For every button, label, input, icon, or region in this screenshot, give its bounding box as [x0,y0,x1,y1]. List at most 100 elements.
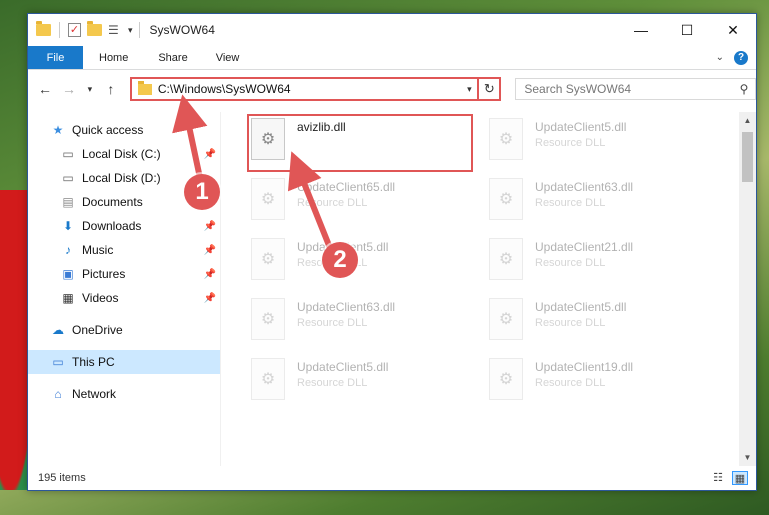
file-tile[interactable]: ⚙ avizlib.dll [251,118,476,166]
file-tile[interactable]: ⚙ UpdateClient63.dll Resource DLL [251,298,476,346]
drive-icon: ▭ [62,147,74,161]
chevron-down-icon[interactable]: ▾ [128,25,133,36]
sidebar-item-local-disk-c[interactable]: ▭ Local Disk (C:) 📌 [28,142,220,166]
file-list: ⚙ avizlib.dll ⚙ UpdateClient5.dll Resour… [221,112,756,466]
recent-locations-icon[interactable]: ▾ [84,84,96,95]
file-tile[interactable]: ⚙ UpdateClient5.dll Resource DLL [251,238,476,286]
sidebar-item-pictures[interactable]: ▣ Pictures 📌 [28,262,220,286]
back-arrow-icon[interactable]: ← [36,81,54,97]
file-tile[interactable]: ⚙ UpdateClient65.dll Resource DLL [251,178,476,226]
properties-check-icon[interactable]: ✓ [68,23,81,37]
sidebar-item-downloads[interactable]: ⬇ Downloads 📌 [28,214,220,238]
pictures-icon: ▣ [62,267,74,281]
up-arrow-icon[interactable]: ↑ [102,81,120,97]
file-tile[interactable]: ⚙ UpdateClient5.dll Resource DLL [489,118,714,166]
search-input[interactable]: Search SysWOW64 ⚲ [515,78,756,100]
documents-icon: ▤ [62,195,74,209]
minimize-button[interactable]: — [618,14,664,46]
scroll-down-icon[interactable]: ▼ [739,449,756,466]
file-tile[interactable]: ⚙ UpdateClient19.dll Resource DLL [489,358,714,406]
window-controls: — ☐ ✕ [618,14,756,46]
tab-share[interactable]: Share [144,46,201,69]
sidebar-item-label: Documents [82,195,143,209]
sidebar-item-label: Music [82,243,114,257]
status-bar: 195 items ☷ ▦ [28,466,756,490]
content-area: ★ Quick access ▭ Local Disk (C:) 📌 ▭ Loc… [28,112,756,466]
close-button[interactable]: ✕ [710,14,756,46]
file-name: UpdateClient5.dll [535,120,627,134]
callout-2: 2 [322,242,358,278]
address-folder-icon [137,80,152,95]
search-placeholder: Search SysWOW64 [524,82,632,96]
sidebar-item-quick-access[interactable]: ★ Quick access [28,118,220,142]
file-explorer-window: ✓ ☰ ▾ SysWOW64 — ☐ ✕ File Home Share Vie… [27,13,757,491]
file-name: UpdateClient63.dll [297,300,396,314]
star-icon: ★ [52,123,64,137]
dll-file-icon: ⚙ [489,298,523,340]
sidebar-item-music[interactable]: ♪ Music 📌 [28,238,220,262]
sidebar-item-label: Local Disk (D:) [82,171,161,185]
sidebar-item-label: Network [72,387,117,401]
dll-file-icon: ⚙ [489,238,523,280]
pin-icon: 📌 [203,268,216,280]
file-type: Resource DLL [297,197,368,209]
vertical-scrollbar[interactable]: ▲ ▼ [739,112,756,466]
callout-1: 1 [184,174,220,210]
file-name: UpdateClient63.dll [535,180,634,194]
address-bar[interactable]: C:\Windows\SysWOW64 ▾ [129,77,480,101]
maximize-button[interactable]: ☐ [664,14,710,46]
file-type: Resource DLL [535,197,606,209]
address-dropdown-icon[interactable]: ▾ [461,84,477,95]
file-tile[interactable]: ⚙ UpdateClient63.dll Resource DLL [489,178,714,226]
pin-icon: 📌 [203,244,216,256]
new-folder-icon[interactable] [87,21,102,36]
file-tile[interactable]: ⚙ UpdateClient5.dll Resource DLL [489,298,714,346]
dll-file-icon: ⚙ [251,178,285,220]
sidebar-item-label: OneDrive [72,323,123,337]
help-icon[interactable]: ? [734,50,748,65]
view-buttons: ☷ ▦ [710,471,756,485]
expand-ribbon-icon[interactable]: ⌄ [716,52,724,63]
tab-file[interactable]: File [28,46,83,69]
navigation-bar: ← → ▾ ↑ C:\Windows\SysWOW64 ▾ ↻ Search S… [28,70,756,108]
ribbon-right: ⌄ ? [716,46,756,69]
folder-icon [36,21,51,36]
address-path[interactable]: C:\Windows\SysWOW64 [158,82,461,96]
large-icons-view-icon[interactable]: ▦ [732,471,748,485]
file-tile[interactable]: ⚙ UpdateClient21.dll Resource DLL [489,238,714,286]
quick-access-toolbar: ✓ ☰ ▾ [28,21,133,38]
sidebar-item-label: Local Disk (C:) [82,147,161,161]
pin-icon: 📌 [203,220,216,232]
customize-icon[interactable]: ☰ [108,23,122,37]
file-type: Resource DLL [297,317,368,329]
tab-home[interactable]: Home [83,46,144,69]
dll-file-icon: ⚙ [251,238,285,280]
title-divider [138,22,140,38]
file-type: Resource DLL [297,377,368,389]
dll-file-icon: ⚙ [251,358,285,400]
sidebar-item-label: Pictures [82,267,126,281]
scroll-up-icon[interactable]: ▲ [739,112,756,129]
title-bar: ✓ ☰ ▾ SysWOW64 — ☐ ✕ [28,14,756,46]
tab-view[interactable]: View [202,46,254,69]
dll-file-icon: ⚙ [489,178,523,220]
pin-icon: 📌 [203,292,216,304]
search-icon[interactable]: ⚲ [733,82,755,96]
sidebar-item-label: This PC [72,355,115,369]
file-tile[interactable]: ⚙ UpdateClient5.dll Resource DLL [251,358,476,406]
ribbon-tabs: File Home Share View ⌄ ? [28,46,756,70]
scrollbar-thumb[interactable] [742,132,753,182]
dll-file-icon: ⚙ [489,118,523,160]
sidebar-item-network[interactable]: ⌂ Network [28,382,220,406]
dll-file-icon: ⚙ [489,358,523,400]
forward-arrow-icon[interactable]: → [60,81,78,97]
window-title: SysWOW64 [149,23,215,37]
computer-icon: ▭ [52,355,64,369]
details-view-icon[interactable]: ☷ [710,471,726,485]
sidebar-item-videos[interactable]: ▦ Videos 📌 [28,286,220,310]
download-icon: ⬇ [62,219,74,233]
sidebar-item-this-pc[interactable]: ▭ This PC [28,350,220,374]
refresh-button[interactable]: ↻ [479,77,502,101]
sidebar-item-label: Videos [82,291,119,305]
sidebar-item-onedrive[interactable]: ☁ OneDrive [28,318,220,342]
